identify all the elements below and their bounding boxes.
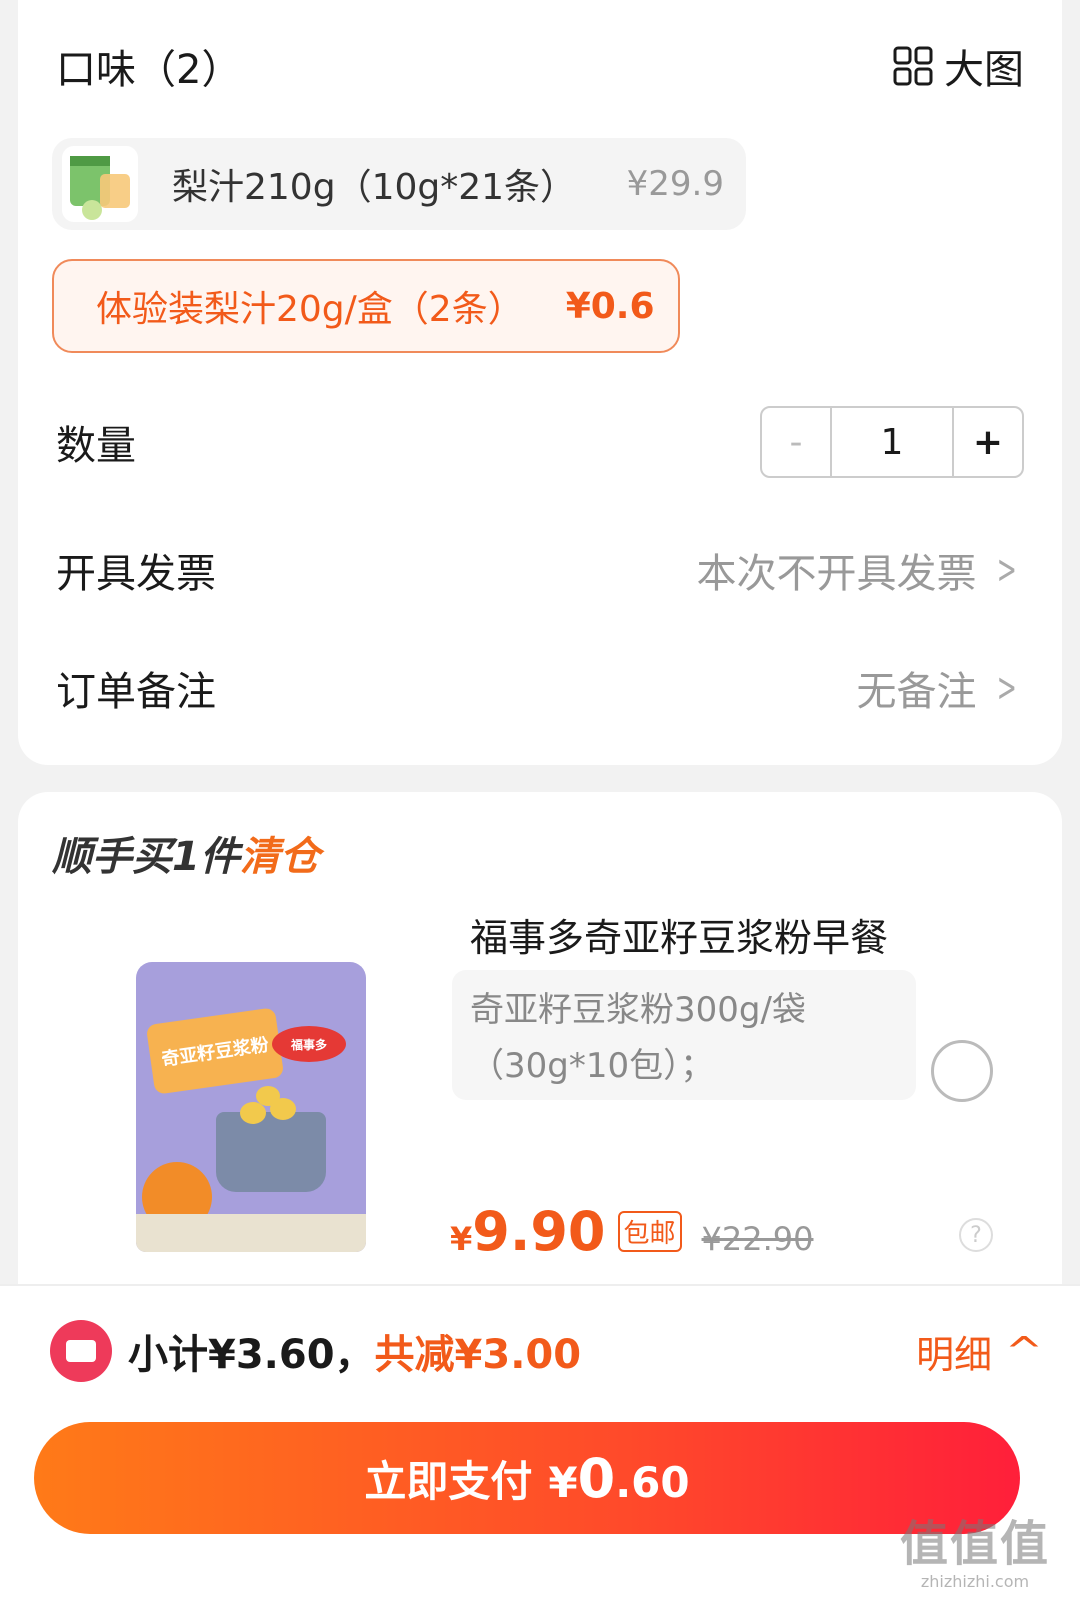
product-thumbnail	[62, 146, 138, 222]
upsell-title-prefix: 顺手买1件	[52, 834, 240, 880]
help-icon[interactable]: ?	[959, 1218, 993, 1252]
price-value: 9.90	[472, 1200, 606, 1263]
product-spec-line: （30g*10包）；	[470, 1046, 715, 1086]
invoice-row[interactable]: 开具发票 本次不开具发票 >	[56, 540, 1024, 600]
pack-bean-graphic	[240, 1102, 266, 1124]
product-image[interactable]: 奇亚籽豆浆粉 福事多	[136, 962, 366, 1252]
upsell-title: 顺手买1件清仓	[52, 824, 320, 882]
watermark-main: 值值值	[899, 1516, 1050, 1572]
remark-row[interactable]: 订单备注 无备注 >	[56, 658, 1024, 718]
decrease-button[interactable]: -	[762, 408, 832, 476]
pay-amount: ¥ 0 .60	[548, 1447, 689, 1510]
subtotal-text: 小计¥3.60，	[128, 1332, 375, 1378]
pack-bottom-band	[136, 1214, 366, 1252]
big-view-button[interactable]: 大图	[892, 37, 1024, 95]
big-view-label: 大图	[944, 47, 1024, 93]
flavor-title: 口味（2）	[56, 47, 242, 93]
chevron-right-icon: >	[997, 665, 1018, 711]
pack-label: 奇亚籽豆浆粉	[145, 1007, 285, 1095]
flavor-option-label: 梨汁210g（10g*21条）	[172, 167, 577, 208]
quantity-row: 数量 - 1 +	[56, 406, 1024, 478]
pay-amount-int: 0	[577, 1446, 616, 1510]
flavor-option-price: ¥0.6	[565, 285, 655, 327]
order-options-card: 口味（2） 大图 梨汁210g（10g*21条） ¥29.9 体验装梨汁20g/…	[18, 0, 1062, 765]
chevron-right-icon: >	[997, 547, 1018, 593]
flavor-option-trial-pack[interactable]: 体验装梨汁20g/盒（2条） ¥0.6	[52, 259, 680, 353]
flavor-header: 口味（2） 大图	[56, 38, 1024, 94]
watermark-sub: zhizhizhi.com	[920, 1572, 1030, 1591]
chevron-up-icon: ^	[1004, 1329, 1044, 1373]
flavor-option-label: 体验装梨汁20g/盒（2条）	[96, 289, 524, 330]
upsell-title-accent: 清仓	[239, 834, 320, 880]
detail-toggle[interactable]: 明细 ^	[916, 1324, 1044, 1379]
add-item-checkbox[interactable]	[931, 1040, 993, 1102]
invoice-label: 开具发票	[56, 551, 216, 597]
brand-logo: 福事多	[272, 1026, 346, 1062]
discount-text: 共减¥3.00	[374, 1332, 582, 1378]
pay-symbol: ¥	[548, 1457, 578, 1507]
original-price: ¥22.90	[701, 1220, 814, 1258]
remark-value: 无备注	[856, 669, 977, 715]
coupon-icon	[50, 1320, 112, 1382]
product-spec-selector[interactable]: 奇亚籽豆浆粉300g/袋 （30g*10包）；	[452, 970, 916, 1100]
flavor-option-price: ¥29.9	[626, 164, 724, 204]
product-name[interactable]: 福事多奇亚籽豆浆粉早餐	[470, 907, 888, 962]
free-shipping-badge: 包邮	[617, 1211, 682, 1252]
checkout-bar: 小计¥3.60， 共减¥3.00 明细 ^ 立即支付 ¥ 0 .60 值值值 z…	[0, 1284, 1080, 1609]
detail-label: 明细	[916, 1332, 993, 1377]
product-spec-line: 奇亚籽豆浆粉300g/袋	[470, 990, 806, 1030]
invoice-value: 本次不开具发票	[696, 551, 977, 597]
pear-juice-image	[70, 156, 130, 220]
pay-amount-dec: .60	[615, 1457, 690, 1507]
order-confirm-screen: 口味（2） 大图 梨汁210g（10g*21条） ¥29.9 体验装梨汁20g/…	[0, 0, 1080, 1609]
quantity-stepper: - 1 +	[760, 406, 1024, 478]
pay-label: 立即支付	[364, 1456, 533, 1506]
summary-row: 小计¥3.60， 共减¥3.00 明细 ^	[50, 1316, 1044, 1386]
quantity-label: 数量	[56, 423, 136, 469]
quantity-value[interactable]: 1	[832, 422, 952, 463]
pack-pot-graphic	[216, 1112, 326, 1192]
pay-now-button[interactable]: 立即支付 ¥ 0 .60	[34, 1422, 1020, 1534]
increase-button[interactable]: +	[952, 408, 1022, 476]
product-price: ¥ 9.90 包邮 ¥22.90	[450, 1200, 813, 1263]
upsell-card: 顺手买1件清仓 奇亚籽豆浆粉 福事多 福事多奇亚籽豆浆粉早餐 奇亚籽豆浆粉300…	[18, 792, 1062, 1312]
site-watermark: 值值值 zhizhizhi.com	[900, 1504, 1050, 1591]
remark-label: 订单备注	[56, 669, 216, 715]
price-symbol: ¥	[450, 1220, 473, 1258]
flavor-option-pear-juice-210g[interactable]: 梨汁210g（10g*21条） ¥29.9	[52, 138, 746, 230]
grid-icon	[893, 46, 933, 86]
pack-bean-graphic	[256, 1086, 280, 1106]
